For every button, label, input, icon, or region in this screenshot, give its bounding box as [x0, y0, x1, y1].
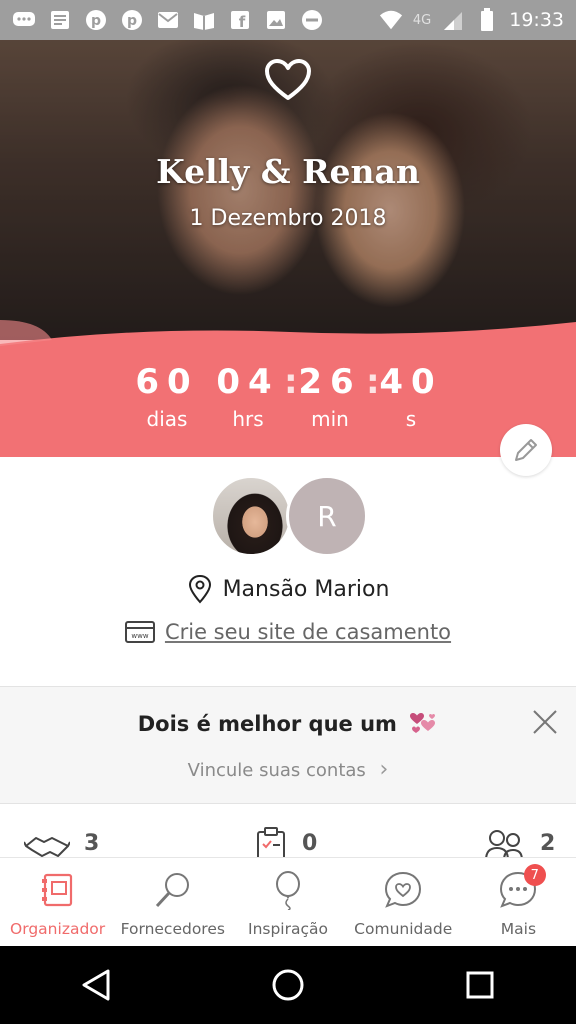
- nav-item-mais[interactable]: Mais 7: [461, 858, 576, 946]
- couple-cover-photo[interactable]: Kelly & Renan 1 Dezembro 2018: [0, 40, 576, 340]
- edit-button[interactable]: [500, 424, 552, 476]
- banner-title-text: Dois é melhor que um: [137, 712, 397, 736]
- banner-title: Dois é melhor que um: [0, 711, 576, 736]
- venue-name: Mansão Marion: [222, 576, 390, 602]
- bottom-navigation: Organizador Fornecedores Inspiração Comu…: [0, 857, 576, 946]
- back-button[interactable]: [72, 961, 120, 1009]
- pinterest-icon: p: [84, 8, 108, 32]
- link-accounts-text: Vincule suas contas: [187, 760, 366, 781]
- notification-icons: p p f: [12, 8, 324, 32]
- notification-badge: 7: [523, 864, 546, 886]
- chat-icon: [12, 8, 36, 32]
- checklist-icon: [257, 827, 285, 860]
- countdown-hours: 04 hrs: [203, 362, 293, 434]
- svg-text:p: p: [127, 13, 137, 29]
- link-accounts-banner[interactable]: Dois é melhor que um Vincule suas contas…: [0, 686, 576, 804]
- nav-item-comunidade[interactable]: Comunidade: [346, 858, 461, 946]
- recents-square-icon: [466, 971, 494, 999]
- guests-icon: [485, 830, 523, 860]
- svg-text:f: f: [239, 13, 246, 30]
- heart-icon: [265, 59, 311, 100]
- stats-row: 3 0 2: [0, 826, 576, 860]
- svg-text:p: p: [91, 13, 101, 29]
- seconds-label: s: [405, 407, 417, 431]
- organizer-icon: [36, 868, 80, 912]
- recents-button[interactable]: [456, 961, 504, 1009]
- hearts-icon: [410, 713, 436, 733]
- books-icon: [192, 8, 216, 32]
- signal-icon: [441, 8, 465, 32]
- minutes-value: 26: [298, 362, 362, 402]
- website-icon: www: [124, 621, 155, 643]
- avatar[interactable]: [210, 475, 292, 557]
- heart-chat-icon: [381, 868, 425, 912]
- search-icon: [151, 868, 195, 912]
- status-bar: p p f 4G 19:33: [0, 0, 576, 40]
- back-triangle-icon: [82, 969, 110, 1001]
- venue-row[interactable]: Mansão Marion: [0, 574, 576, 604]
- battery-icon: [475, 8, 499, 32]
- app-screen: p p f 4G 19:33 Kelly & Renan 1 Dezembro …: [0, 0, 576, 1024]
- gmail-icon: [156, 8, 180, 32]
- news-icon: [48, 8, 72, 32]
- countdown-panel: 60 dias 04 hrs : 26 min : 40 s: [0, 320, 576, 457]
- network-type: 4G: [412, 12, 432, 28]
- close-icon[interactable]: [530, 707, 560, 737]
- status-right: 4G 19:33: [379, 8, 564, 32]
- pinterest-icon: p: [120, 8, 144, 32]
- wifi-icon: [379, 8, 403, 32]
- vendors-stat[interactable]: 3: [24, 826, 99, 860]
- countdown-seconds: 40 s: [366, 362, 456, 434]
- days-value: 60: [135, 362, 199, 402]
- nav-label-fornecedores: Fornecedores: [120, 920, 225, 938]
- clock: 19:33: [509, 9, 564, 31]
- countdown-values: 60 dias 04 hrs : 26 min : 40 s: [0, 362, 576, 442]
- location-pin-icon: [188, 574, 211, 604]
- couple-names: Kelly & Renan: [156, 152, 420, 191]
- couple-avatars: R: [210, 475, 370, 557]
- hours-label: hrs: [232, 407, 264, 431]
- pencil-icon: [515, 439, 537, 461]
- svg-text:www: www: [131, 632, 148, 640]
- guests-count: 2: [540, 830, 556, 856]
- nav-label-inspiracao: Inspiração: [248, 920, 328, 938]
- wedding-date: 1 Dezembro 2018: [189, 206, 387, 231]
- minutes-label: min: [311, 407, 349, 431]
- countdown-minutes: 26 min: [285, 362, 375, 434]
- tasks-count: 0: [302, 830, 318, 856]
- create-site-text: Crie seu site de casamento: [164, 620, 452, 644]
- facebook-icon: f: [228, 8, 252, 32]
- home-button[interactable]: [264, 961, 312, 1009]
- countdown-days: 60 dias: [122, 362, 212, 434]
- nav-label-comunidade: Comunidade: [354, 920, 453, 938]
- nav-item-inspiracao[interactable]: Inspiração: [230, 858, 345, 946]
- link-accounts-link[interactable]: Vincule suas contas ›: [0, 757, 576, 782]
- nav-label-organizador: Organizador: [10, 920, 106, 938]
- tasks-stat[interactable]: 0: [254, 826, 317, 860]
- nav-item-fornecedores[interactable]: Fornecedores: [115, 858, 230, 946]
- do-not-disturb-icon: [300, 8, 324, 32]
- guests-stat[interactable]: 2: [484, 826, 555, 860]
- chevron-right-icon: ›: [379, 757, 389, 782]
- system-navigation-bar: [0, 946, 576, 1024]
- handshake-icon: [24, 837, 70, 857]
- hours-value: 04: [216, 362, 280, 402]
- nav-item-organizador[interactable]: Organizador: [0, 858, 115, 946]
- balloon-icon: [266, 868, 310, 912]
- nav-label-mais: Mais: [500, 920, 537, 938]
- vendors-count: 3: [84, 830, 100, 856]
- seconds-value: 40: [379, 362, 443, 402]
- photos-icon: [264, 8, 288, 32]
- home-circle-icon: [272, 969, 304, 1001]
- days-label: dias: [146, 407, 188, 431]
- partner-avatar[interactable]: R: [286, 475, 368, 557]
- create-site-link[interactable]: www Crie seu site de casamento: [0, 620, 576, 644]
